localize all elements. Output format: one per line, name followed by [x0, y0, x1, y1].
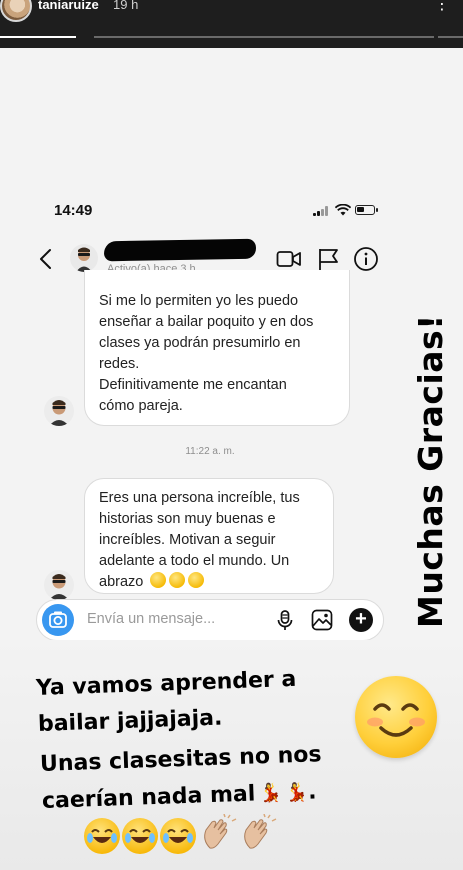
caption-period: . — [307, 779, 317, 805]
plus-icon[interactable]: + — [349, 608, 373, 632]
story-avatar[interactable] — [0, 0, 32, 22]
wink-emoji-icon — [150, 572, 167, 588]
wink-emoji-icon — [188, 572, 205, 588]
flag-icon[interactable] — [316, 246, 342, 272]
dancer-emoji-icon: 💃 — [285, 781, 309, 804]
wifi-icon — [335, 204, 351, 216]
message-sender-avatar[interactable] — [44, 570, 74, 600]
camera-icon — [49, 611, 67, 628]
signal-strength-icon — [313, 206, 331, 216]
gallery-icon[interactable] — [311, 609, 333, 631]
message-input[interactable] — [87, 611, 272, 627]
redacted-contact-name — [103, 238, 257, 262]
story-progress-segment — [94, 36, 434, 38]
story-time-ago: 19 h — [113, 0, 139, 12]
chat-contact-avatar[interactable] — [70, 244, 98, 272]
camera-button[interactable] — [42, 604, 74, 636]
clapping-hands-icon — [244, 814, 277, 849]
status-bar-time: 14:49 — [54, 202, 93, 219]
message-bubble[interactable]: Si me lo permiten yo les puedo enseñar a… — [84, 270, 350, 426]
video-camera-icon[interactable] — [276, 246, 302, 272]
laughing-emoji-icon — [160, 818, 196, 854]
story-progress-segment — [0, 36, 76, 38]
battery-icon — [355, 205, 378, 215]
clapping-hands-icon — [204, 814, 237, 849]
blush-emoji-icon — [355, 676, 437, 758]
back-arrow-icon[interactable] — [38, 248, 54, 270]
message-timestamp: 11:22 a. m. — [185, 446, 235, 457]
message-bubble[interactable]: Eres una persona increíble, tus historia… — [84, 478, 334, 594]
more-options-icon[interactable]: ⋮ — [434, 0, 451, 14]
laughing-emoji-icon — [84, 818, 120, 854]
dancer-emoji-icon: 💃 — [258, 782, 283, 805]
message-composer: + — [36, 599, 384, 641]
story-progress-segment — [438, 36, 463, 38]
story-username[interactable]: taniaruize — [38, 0, 99, 12]
wink-emoji-icon — [169, 572, 186, 588]
story-top-bar: taniaruize 19 h ⋮ — [0, 0, 463, 48]
info-icon[interactable] — [353, 246, 379, 272]
sticker-thanks-text: Muchas Gracias! — [411, 314, 450, 628]
message-sender-avatar[interactable] — [44, 396, 74, 426]
laughing-emoji-icon — [122, 818, 158, 854]
microphone-icon[interactable] — [274, 609, 296, 631]
